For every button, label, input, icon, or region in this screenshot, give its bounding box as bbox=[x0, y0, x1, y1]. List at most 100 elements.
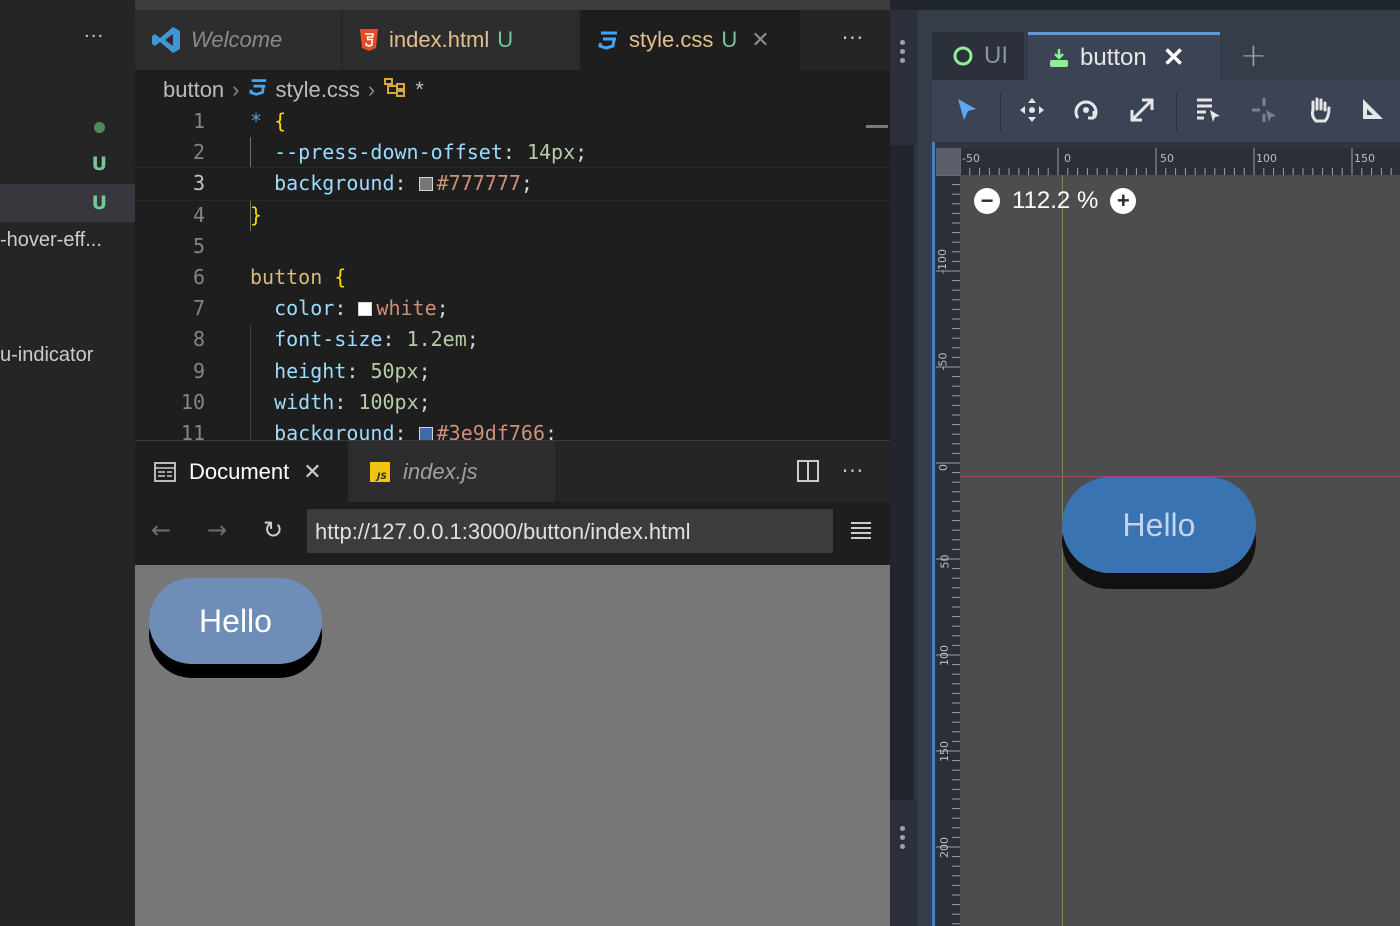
color-swatch[interactable] bbox=[358, 302, 373, 317]
ruler-label: 200 bbox=[938, 837, 951, 858]
breadcrumb-folder[interactable]: button bbox=[163, 77, 224, 103]
close-icon[interactable]: ✕ bbox=[1163, 42, 1185, 73]
line-number: 2 bbox=[192, 140, 205, 165]
code-line: 10 width: 100px; bbox=[135, 387, 890, 418]
code-editor[interactable]: button › style.css › * 1 * { 2 --press-do… bbox=[135, 70, 890, 440]
value: white bbox=[376, 296, 437, 321]
scene-editor-window: UI button ✕ + -50 0 50 100 150 -100 -50 … bbox=[890, 0, 1400, 926]
code-line: 8 font-size: 1.2em; bbox=[135, 324, 890, 355]
ruler-label: 50 bbox=[938, 554, 952, 569]
code-line: 2 --press-down-offset: 14px; bbox=[135, 137, 890, 168]
pan-hand-icon[interactable] bbox=[1306, 96, 1334, 128]
list-select-icon[interactable] bbox=[1194, 96, 1222, 128]
sidebar-file-row-selected[interactable]: U bbox=[0, 184, 135, 222]
ruler-label: 150 bbox=[1354, 152, 1375, 165]
property: width bbox=[274, 389, 335, 414]
tab-label: Welcome bbox=[191, 27, 283, 52]
explorer-sidebar: ··· U U -hover-eff... u-indicator bbox=[0, 0, 135, 926]
tab-style-css[interactable]: style.css U ✕ bbox=[581, 10, 801, 70]
tab-button[interactable]: button ✕ bbox=[1028, 32, 1220, 80]
reload-icon[interactable]: ↻ bbox=[263, 516, 283, 544]
control-node-icon bbox=[952, 45, 974, 67]
pivot-tool-icon[interactable] bbox=[1250, 96, 1278, 128]
chevron-right-icon: › bbox=[367, 77, 376, 102]
value: 100px bbox=[358, 389, 419, 414]
move-tool-icon[interactable] bbox=[1018, 96, 1046, 128]
editor-more-button[interactable]: ··· bbox=[842, 26, 864, 50]
code-line: 9 height: 50px; bbox=[135, 356, 890, 387]
toolbar-separator bbox=[1176, 92, 1177, 132]
tab-ui[interactable]: UI bbox=[932, 32, 1024, 80]
scale-tool-icon[interactable] bbox=[1128, 96, 1156, 128]
property: background bbox=[274, 420, 395, 440]
line-number: 3 bbox=[192, 171, 205, 196]
breadcrumb-file[interactable]: style.css bbox=[276, 77, 360, 103]
ruler-label: 100 bbox=[1256, 152, 1277, 165]
line-number: 6 bbox=[192, 264, 205, 289]
tab-document[interactable]: Document ✕ bbox=[135, 441, 347, 503]
hello-button-preview[interactable]: Hello bbox=[149, 578, 322, 664]
split-editor-icon[interactable] bbox=[796, 459, 820, 487]
rotate-tool-icon[interactable] bbox=[1072, 96, 1100, 128]
back-arrow-icon[interactable]: ← bbox=[151, 516, 171, 544]
color-swatch[interactable] bbox=[418, 177, 433, 192]
hello-button-node[interactable]: Hello bbox=[1062, 477, 1256, 573]
url-input[interactable]: http://127.0.0.1:3000/button/index.html bbox=[307, 509, 833, 553]
tab-index-js[interactable]: JS index.js bbox=[349, 441, 555, 503]
ruler-label: 0 bbox=[937, 464, 950, 471]
ruler-ticks bbox=[936, 175, 960, 925]
document-icon bbox=[153, 461, 177, 483]
drag-handle-icon[interactable] bbox=[900, 826, 906, 853]
folder-label: -hover-eff... bbox=[0, 229, 102, 251]
browser-toolbar: ← → ↻ http://127.0.0.1:3000/button/index… bbox=[135, 502, 890, 565]
forward-arrow-icon[interactable]: → bbox=[207, 516, 227, 544]
value: #777777 bbox=[436, 171, 521, 196]
chevron-right-icon: › bbox=[232, 77, 240, 102]
code-line: 1 * { bbox=[135, 106, 890, 137]
zoom-in-button[interactable]: + bbox=[1110, 188, 1137, 214]
zoom-level[interactable]: 112.2 % bbox=[1012, 187, 1098, 215]
code-line: 6 button { bbox=[135, 262, 890, 293]
vertical-ruler: -100 -50 0 50 100 150 200 bbox=[936, 175, 960, 926]
folder-label: u-indicator bbox=[0, 344, 94, 366]
close-icon[interactable]: ✕ bbox=[751, 27, 769, 53]
tab-welcome[interactable]: Welcome bbox=[135, 10, 342, 70]
sidebar-file-row[interactable]: U bbox=[0, 145, 135, 183]
y-axis-guide bbox=[1062, 175, 1063, 926]
zoom-out-button[interactable]: − bbox=[974, 188, 1000, 214]
drag-handle-icon[interactable] bbox=[900, 40, 906, 67]
menu-icon[interactable] bbox=[850, 520, 872, 544]
select-tool-icon[interactable] bbox=[954, 96, 980, 128]
ruler-label: -100 bbox=[936, 249, 949, 274]
ruler-label: 0 bbox=[1064, 152, 1071, 165]
value: 50px bbox=[370, 358, 419, 383]
brace: } bbox=[250, 202, 263, 227]
panel-more-button[interactable]: ··· bbox=[842, 459, 864, 483]
sidebar-file-row[interactable] bbox=[0, 107, 135, 145]
scene-canvas[interactable]: − 112.2 % + Hello bbox=[960, 175, 1400, 926]
sidebar-more-button[interactable]: ··· bbox=[84, 26, 104, 47]
line-number: 7 bbox=[192, 296, 205, 321]
tab-index-html[interactable]: index.html U bbox=[343, 10, 580, 70]
panel-tab-bar: Document ✕ JS index.js ··· bbox=[135, 440, 890, 503]
ruler-tool-icon[interactable] bbox=[1360, 96, 1386, 126]
value: 14px bbox=[526, 140, 576, 165]
color-swatch[interactable] bbox=[418, 426, 433, 440]
brace: { bbox=[334, 264, 347, 289]
untracked-badge: U bbox=[721, 27, 738, 52]
property: --press-down-offset bbox=[274, 140, 503, 165]
sidebar-folder-row[interactable]: -hover-eff... bbox=[0, 223, 135, 261]
breadcrumb-symbol[interactable]: * bbox=[415, 77, 424, 103]
dock-panel bbox=[890, 145, 918, 800]
tab-label: style.css bbox=[629, 27, 714, 52]
symbol-structure-icon bbox=[383, 76, 407, 104]
svg-text:JS: JS bbox=[375, 472, 387, 482]
add-scene-button[interactable]: + bbox=[1240, 36, 1267, 74]
sidebar-folder-row[interactable]: u-indicator bbox=[0, 338, 135, 376]
horizontal-ruler: -50 0 50 100 150 bbox=[960, 148, 1400, 175]
code-line: 4} bbox=[135, 200, 890, 231]
close-icon[interactable]: ✕ bbox=[303, 459, 321, 485]
scene-tabs: UI button ✕ + bbox=[932, 32, 1400, 80]
button-node-icon bbox=[1048, 47, 1070, 69]
code-line-current: 3 background: #777777; bbox=[135, 167, 890, 201]
